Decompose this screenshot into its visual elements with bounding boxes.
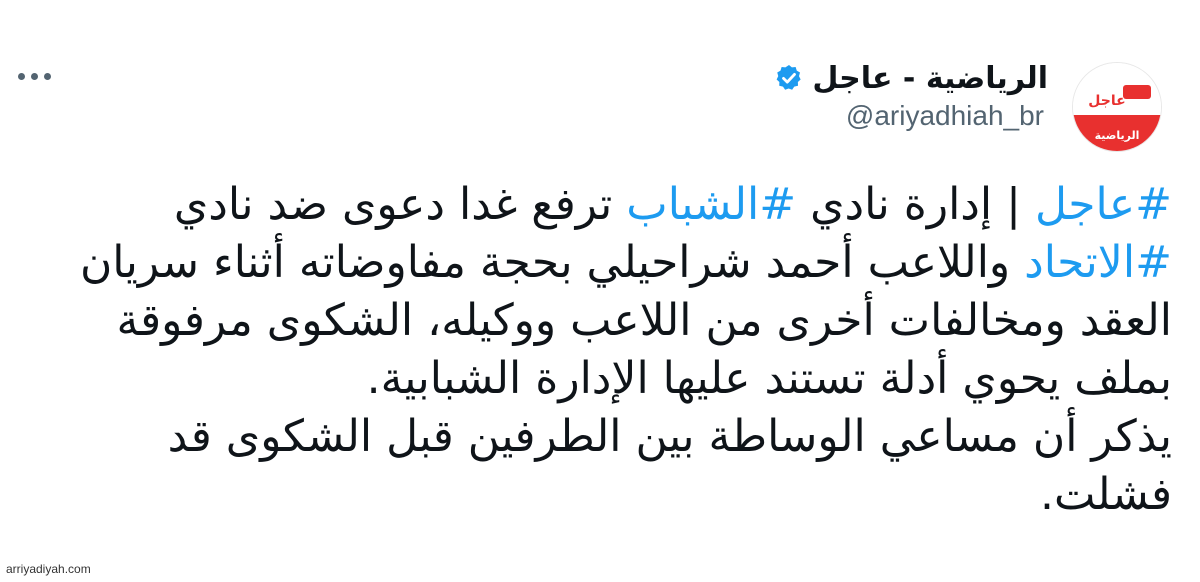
more-dot bbox=[44, 72, 51, 80]
avatar-logo-sub: الرياضية bbox=[1094, 129, 1140, 142]
verified-badge-icon bbox=[776, 65, 801, 90]
avatar-band: الرياضية bbox=[1073, 115, 1161, 151]
author-handle[interactable]: @ariyadhiah_br bbox=[846, 100, 1044, 132]
hashtag-alittihad[interactable]: #الاتحاد bbox=[1024, 237, 1172, 288]
more-horizontal-icon[interactable] bbox=[18, 66, 58, 86]
hashtag-alshabab[interactable]: #الشباب bbox=[626, 179, 796, 230]
display-name[interactable]: الرياضية - عاجل bbox=[812, 61, 1048, 96]
tweet-text-segment: ترفع غدا دعوى ضد نادي bbox=[173, 179, 627, 230]
more-dot bbox=[18, 72, 25, 80]
tweet-text-segment: واللاعب أحمد شراحيلي بحجة مفاوضاته أثناء… bbox=[79, 237, 1172, 404]
tweet-text-segment: | إدارة نادي bbox=[796, 179, 1035, 230]
avatar-logo-word: عاجل bbox=[1088, 93, 1126, 109]
tweet-text: #عاجل | إدارة نادي #الشباب ترفع غدا دعوى… bbox=[22, 176, 1172, 524]
tweet-text-segment: يذكر أن مساعي الوساطة بين الطرفين قبل ال… bbox=[167, 411, 1172, 520]
source-watermark: arriyadiyah.com bbox=[6, 562, 91, 576]
more-dot bbox=[31, 72, 38, 80]
avatar-logo-mark bbox=[1123, 85, 1151, 99]
hashtag-breaking[interactable]: #عاجل bbox=[1035, 179, 1172, 230]
author-name-row: الرياضية - عاجل bbox=[774, 58, 1048, 98]
profile-avatar[interactable]: عاجل الرياضية bbox=[1072, 62, 1162, 152]
